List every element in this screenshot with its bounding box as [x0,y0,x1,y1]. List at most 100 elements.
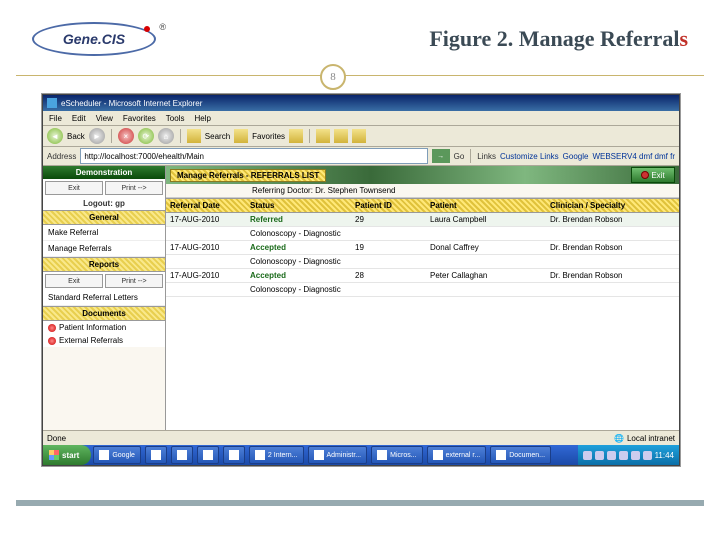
sidebar-logout[interactable]: Logout: gp [43,197,165,210]
menu-favorites[interactable]: Favorites [123,114,156,123]
tray-icon[interactable] [643,451,652,460]
tray-icon[interactable] [595,451,604,460]
link-webserv[interactable]: WEBSERV4 dmf dmf fr [592,152,675,161]
sidebar-print-button-2[interactable]: Print --> [105,274,163,288]
cell-status[interactable]: Referred [250,215,283,224]
app-icon [177,450,187,460]
panel-title: Manage Referrals - REFERRALS LIST [170,169,326,182]
table-subrow: Colonoscopy - Diagnostic [166,283,679,297]
exit-dot-icon [641,171,649,179]
address-label: Address [47,152,76,161]
cell-status[interactable]: Accepted [250,243,286,252]
table-row[interactable]: 17-AUG-2010 Accepted 19 Donal Caffrey Dr… [166,241,679,255]
sidebar-exit-button[interactable]: Exit [45,181,103,195]
clock: 11:44 [655,451,674,460]
tray-icon[interactable] [631,451,640,460]
toolbar: ◄ Back ► × ⟳ ⌂ Search Favorites [43,126,679,147]
cell-clinician: Dr. Brendan Robson [546,213,679,226]
home-button[interactable]: ⌂ [158,128,174,144]
go-label: Go [454,152,465,161]
menu-edit[interactable]: Edit [72,114,86,123]
sidebar-item-make-referral[interactable]: Make Referral [43,225,165,241]
cell-clinician: Dr. Brendan Robson [546,241,679,254]
col-patient-id: Patient ID [351,199,426,212]
go-button[interactable]: → [432,149,450,163]
cell-status[interactable]: Accepted [250,271,286,280]
favorites-label: Favorites [252,132,285,141]
cell-clinician: Dr. Brendan Robson [546,269,679,282]
address-input[interactable]: http://localhost:7000/ehealth/Main [80,148,427,164]
sidebar-exit-button-2[interactable]: Exit [45,274,103,288]
tray-icon[interactable] [607,451,616,460]
app-icon [151,450,161,460]
tray-icon[interactable] [583,451,592,460]
menu-file[interactable]: File [49,114,62,123]
link-google[interactable]: Google [563,152,589,161]
doc-icon [48,337,56,345]
tray-icon[interactable] [619,451,628,460]
start-button[interactable]: start [43,445,91,465]
system-tray: 11:44 [578,445,679,465]
back-button[interactable]: ◄ [47,128,63,144]
taskbar-item[interactable] [171,446,193,464]
window-titlebar: eScheduler - Microsoft Internet Explorer [43,95,679,111]
referring-doctor-value: Dr. Stephen Townsend [315,186,395,195]
divider [16,75,704,76]
sidebar-item-patient-info[interactable]: Patient Information [43,321,165,334]
sidebar-header: Demonstration [43,166,165,179]
footer-divider [16,500,704,506]
menu-tools[interactable]: Tools [166,114,185,123]
menubar: File Edit View Favorites Tools Help [43,111,679,126]
windows-icon [49,450,59,460]
refresh-button[interactable]: ⟳ [138,128,154,144]
app-icon [433,450,443,460]
taskbar-item[interactable]: Documen... [490,446,551,464]
referring-doctor-label: Referring Doctor: [252,186,313,195]
favorites-icon[interactable] [234,129,248,143]
sidebar-section-general: General [43,210,165,225]
status-text: Done [47,434,66,443]
page-number-badge: 8 [320,64,346,90]
link-customize[interactable]: Customize Links [500,152,559,161]
edit-icon[interactable] [352,129,366,143]
sidebar-print-button[interactable]: Print --> [105,181,163,195]
logo-text: Gene.CIS [63,31,125,47]
stop-button[interactable]: × [118,128,134,144]
app-icon [99,450,109,460]
search-icon[interactable] [187,129,201,143]
taskbar-item[interactable]: Administr... [308,446,368,464]
app-icon [255,450,265,460]
cell-procedure: Colonoscopy - Diagnostic [166,255,345,268]
taskbar-item[interactable] [223,446,245,464]
history-icon[interactable] [289,129,303,143]
taskbar-item[interactable] [145,446,167,464]
taskbar: start Google 2 Intern... Administr... Mi… [43,445,679,465]
sidebar-item-manage-referrals[interactable]: Manage Referrals [43,241,165,257]
menu-view[interactable]: View [96,114,113,123]
table-row[interactable]: 17-AUG-2010 Accepted 28 Peter Callaghan … [166,269,679,283]
taskbar-item[interactable]: external r... [427,446,487,464]
separator-icon [470,149,471,163]
screenshot-window: eScheduler - Microsoft Internet Explorer… [42,94,680,466]
forward-button[interactable]: ► [89,128,105,144]
table-row[interactable]: 17-AUG-2010 Referred 29 Laura Campbell D… [166,213,679,227]
sidebar-section-reports: Reports [43,257,165,272]
sidebar-item-external-referrals[interactable]: External Referrals [43,334,165,347]
cell-procedure: Colonoscopy - Diagnostic [166,227,345,240]
taskbar-item[interactable]: Micros... [371,446,422,464]
app-icon [377,450,387,460]
taskbar-item[interactable]: 2 Intern... [249,446,304,464]
col-patient: Patient [426,199,546,212]
cell-date: 17-AUG-2010 [166,269,246,282]
address-bar: Address http://localhost:7000/ehealth/Ma… [43,147,679,166]
panel-exit-button[interactable]: Exit [631,167,675,183]
mail-icon[interactable] [316,129,330,143]
cell-patient: Peter Callaghan [426,269,546,282]
taskbar-item[interactable] [197,446,219,464]
print-icon[interactable] [334,129,348,143]
taskbar-item[interactable]: Google [93,446,141,464]
sidebar: Demonstration Exit Print --> Logout: gp … [43,166,166,430]
sidebar-item-standard-letters[interactable]: Standard Referral Letters [43,290,165,306]
separator-icon [180,129,181,143]
menu-help[interactable]: Help [194,114,210,123]
